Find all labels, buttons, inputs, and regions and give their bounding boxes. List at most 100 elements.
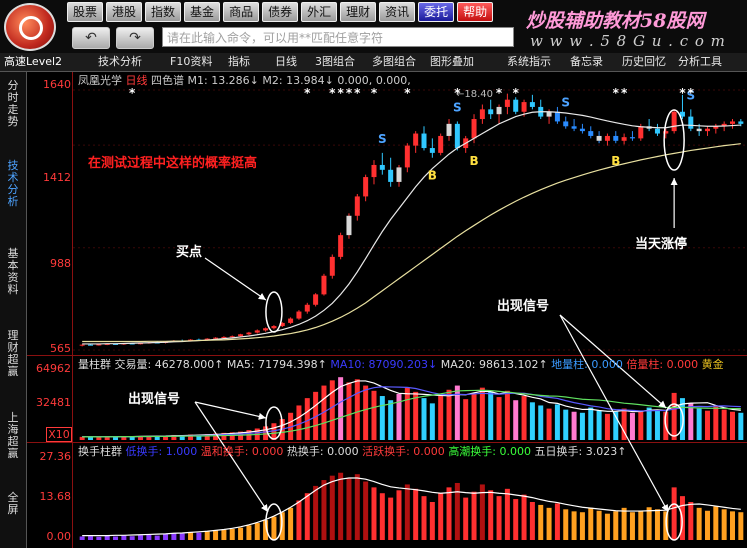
candlestick (738, 121, 744, 124)
volume-bar (363, 385, 369, 440)
candlestick (329, 256, 335, 276)
candlestick (346, 215, 352, 236)
candlestick (363, 177, 369, 197)
annotation-limit-up: 当天涨停 (635, 237, 688, 252)
turnover-high: 高潮换手: 0.000 (448, 445, 532, 458)
volume-bar (446, 389, 452, 440)
candlestick (454, 123, 460, 149)
turnover-bar (696, 507, 702, 540)
candlestick (388, 169, 394, 182)
turnover-bar (188, 532, 194, 540)
candlestick (488, 109, 494, 115)
volume-ma5: MA5: 71794.398↑ (226, 358, 327, 371)
candlestick (88, 344, 94, 346)
candlestick (671, 111, 677, 132)
volume-bar (629, 412, 635, 440)
star-marker: * (371, 86, 378, 100)
star-marker: * (679, 86, 686, 100)
peak-price-label: ←18.40 (456, 89, 494, 100)
turnover-bar (154, 535, 160, 540)
candlestick (613, 135, 619, 141)
annotation-signal-right: 出现信号 (497, 299, 550, 314)
turnover-bar (738, 512, 744, 540)
turnover-bar (588, 507, 594, 540)
signal-arrow-left-a (194, 401, 267, 420)
candlestick (704, 128, 710, 132)
volume-value: 交易量: 46278.000↑ (114, 358, 224, 371)
volume-bar (546, 408, 552, 440)
turnover-bar (629, 512, 635, 540)
turnover-bar (621, 507, 627, 540)
candlestick (296, 311, 302, 319)
volume-bar (688, 403, 694, 440)
volume-bar (738, 412, 744, 440)
candlestick (263, 328, 269, 331)
volume-panel-label: 量柱群 (78, 358, 111, 371)
volume-bar (521, 396, 527, 440)
volume-bar (596, 410, 602, 440)
volume-bar (721, 409, 727, 440)
turnover-bar (96, 536, 102, 540)
chart-period[interactable]: 日线 (126, 74, 148, 87)
candlestick (79, 344, 85, 346)
candlestick (96, 344, 102, 346)
candlestick (629, 137, 635, 139)
turnover-bar (196, 532, 202, 540)
star-marker: * (329, 86, 336, 100)
turnover-bar (471, 491, 477, 540)
candlestick (729, 121, 735, 124)
candlestick (246, 332, 252, 335)
candlestick (604, 135, 610, 141)
candlestick (238, 334, 244, 337)
volume-bar (354, 379, 360, 440)
volume-bar (579, 412, 585, 440)
turnover-bar (729, 511, 735, 540)
turnover-bar (671, 487, 677, 540)
candlestick (229, 336, 235, 338)
turnover-bar (346, 478, 352, 540)
turnover-bar (704, 510, 710, 540)
turnover-bar (88, 536, 94, 540)
turnover-bar (204, 531, 210, 540)
star-marker: * (354, 86, 361, 100)
turnover-bar (421, 496, 427, 540)
candlestick (404, 145, 410, 168)
candlestick (588, 131, 594, 136)
sell-signal-label: S (453, 100, 462, 114)
volume-bar (671, 392, 677, 440)
volume-bar (296, 405, 302, 440)
candlestick (371, 164, 377, 178)
turnover-bar (404, 484, 410, 540)
turnover-bar (571, 511, 577, 540)
turnover-bar (329, 475, 335, 540)
star-marker: * (404, 86, 411, 100)
volume-bar (438, 396, 444, 440)
candlestick (621, 137, 627, 141)
indicator-m1: M1: 13.286↓ (187, 74, 259, 87)
turnover-bar (238, 527, 244, 540)
buy-signal-label: B (469, 154, 478, 168)
indicator-name: 四色谱 (151, 74, 184, 87)
volume-hj: 黄金 (701, 358, 724, 371)
star-marker: * (496, 86, 503, 100)
volume-bar (496, 397, 502, 440)
candlestick (304, 304, 310, 312)
star-marker: * (129, 86, 136, 100)
volume-bar (413, 391, 419, 440)
volume-bar (696, 408, 702, 440)
turnover-bar (271, 516, 277, 540)
turnover-bar (538, 504, 544, 540)
candlestick (213, 337, 219, 339)
turnover-bar (371, 487, 377, 540)
turnover-bar (713, 506, 719, 540)
turnover-bar (646, 507, 652, 540)
volume-bar (379, 396, 385, 440)
annotation-buy-point: 买点 (176, 245, 203, 260)
turnover-bar (138, 535, 144, 540)
candlestick (546, 111, 552, 117)
candlestick (471, 119, 477, 139)
candlestick (504, 99, 510, 107)
candlestick (696, 128, 702, 132)
turnover-bar (413, 488, 419, 540)
volume-bar (96, 437, 102, 440)
